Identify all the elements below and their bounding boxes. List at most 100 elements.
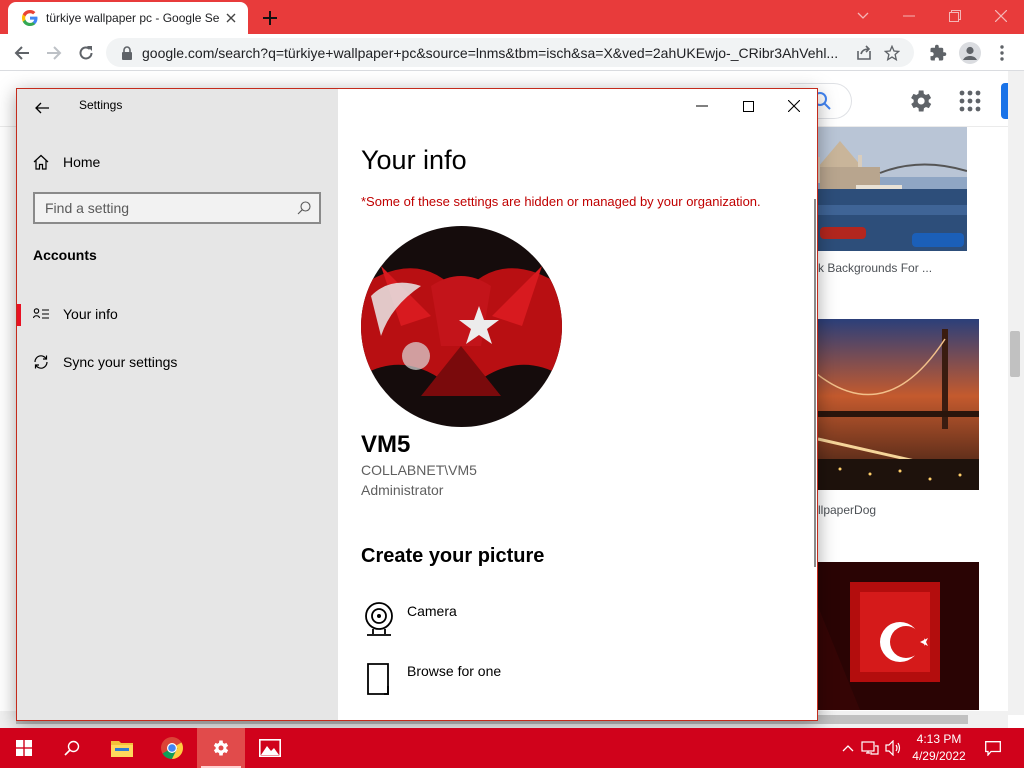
photos-icon xyxy=(259,739,281,757)
settings-back-button[interactable] xyxy=(27,93,57,123)
browser-toolbar: google.com/search?q=türkiye+wallpaper+pc… xyxy=(0,34,1024,71)
search-icon xyxy=(64,740,80,756)
person-card-icon xyxy=(33,308,49,319)
browser-tab[interactable]: türkiye wallpaper pc - Google Se xyxy=(8,2,248,34)
network-icon[interactable] xyxy=(860,738,880,758)
google-favicon xyxy=(22,10,38,26)
plus-icon xyxy=(263,11,277,25)
minimize-icon xyxy=(903,15,915,17)
chrome-tab-strip: türkiye wallpaper pc - Google Se xyxy=(0,0,1024,34)
system-clock[interactable]: 4:13 PM 4/29/2022 xyxy=(908,731,970,765)
show-hidden-icons-chevron-icon[interactable] xyxy=(838,738,858,758)
back-arrow-icon xyxy=(35,102,49,114)
settings-content-pane: Your info *Some of these settings are hi… xyxy=(338,89,817,720)
image-result-thumbnail[interactable] xyxy=(800,562,979,710)
forward-button[interactable] xyxy=(40,39,68,67)
photos-button[interactable] xyxy=(246,728,294,768)
image-result-thumbnail[interactable] xyxy=(800,319,979,490)
lock-icon xyxy=(122,45,132,60)
page-scroll-thumb[interactable] xyxy=(1010,331,1020,377)
action-center-button[interactable] xyxy=(978,728,1008,768)
settings-taskbar-button[interactable] xyxy=(197,728,245,768)
webcam-icon xyxy=(361,599,397,639)
file-explorer-button[interactable] xyxy=(98,728,146,768)
sidebar-item-label: Your info xyxy=(63,306,118,322)
file-explorer-icon xyxy=(111,741,133,757)
tab-search-chevron-icon[interactable] xyxy=(840,4,886,28)
sidebar-item-your-info[interactable]: Your info xyxy=(17,294,338,334)
user-account-id: COLLABNET\VM5 xyxy=(361,462,477,478)
share-icon[interactable] xyxy=(850,41,878,65)
reload-button[interactable] xyxy=(72,39,100,67)
sync-icon xyxy=(34,355,48,369)
restore-icon xyxy=(949,10,961,22)
back-button[interactable] xyxy=(8,39,36,67)
restore-button[interactable] xyxy=(932,4,978,28)
minimize-icon xyxy=(696,105,708,107)
clock-date: 4/29/2022 xyxy=(912,749,966,763)
sidebar-item-sync[interactable]: Sync your settings xyxy=(17,342,338,382)
sidebar-item-label: Sync your settings xyxy=(63,354,178,370)
back-arrow-icon xyxy=(14,46,29,60)
chrome-icon xyxy=(161,737,183,759)
settings-gear-icon xyxy=(213,740,229,756)
new-tab-button[interactable] xyxy=(258,6,282,30)
find-setting-input[interactable]: Find a setting xyxy=(33,192,321,224)
puzzle-icon xyxy=(930,44,947,61)
minimize-button[interactable] xyxy=(886,4,932,28)
create-picture-heading: Create your picture xyxy=(361,545,545,567)
browse-option[interactable]: Browse for one xyxy=(361,659,661,703)
profile-icon xyxy=(959,42,981,64)
browse-option-label: Browse for one xyxy=(407,663,502,679)
maximize-icon xyxy=(742,100,754,112)
home-icon xyxy=(33,154,49,170)
tab-title: türkiye wallpaper pc - Google Se xyxy=(46,11,220,25)
browser-menu-button[interactable] xyxy=(988,39,1016,67)
url-text[interactable]: google.com/search?q=türkiye+wallpaper+pc… xyxy=(142,45,850,61)
search-icon xyxy=(297,201,311,215)
apps-grid-icon[interactable] xyxy=(958,89,982,113)
settings-close-button[interactable] xyxy=(771,91,817,121)
windows-taskbar: 4:13 PM 4/29/2022 xyxy=(0,728,1024,768)
tab-close-icon[interactable] xyxy=(222,9,240,27)
clock-time: 4:13 PM xyxy=(916,732,962,746)
camera-option[interactable]: Camera xyxy=(361,599,661,643)
settings-window-title: Settings xyxy=(79,98,123,112)
nav-home[interactable]: Home xyxy=(33,147,323,177)
start-button[interactable] xyxy=(0,728,48,768)
taskbar-search-button[interactable] xyxy=(48,728,96,768)
selection-indicator xyxy=(17,304,21,326)
content-scrollbar[interactable] xyxy=(814,199,816,567)
forward-arrow-icon xyxy=(47,46,62,60)
user-display-name: VM5 xyxy=(361,431,411,458)
page-title: Your info xyxy=(361,145,467,175)
volume-icon[interactable] xyxy=(884,738,904,758)
browser-close-button[interactable] xyxy=(978,4,1024,28)
settings-nav-pane: Settings Home Find a setting Accounts Yo… xyxy=(17,89,338,720)
page-vertical-scrollbar[interactable] xyxy=(1008,71,1024,715)
reload-icon xyxy=(79,46,93,60)
image-caption[interactable]: k Backgrounds For ... xyxy=(818,261,932,275)
kebab-menu-icon xyxy=(1000,45,1004,61)
user-role: Administrator xyxy=(361,482,444,498)
chrome-button[interactable] xyxy=(148,728,196,768)
close-icon xyxy=(995,10,1007,22)
find-setting-placeholder: Find a setting xyxy=(45,200,130,216)
profile-button[interactable] xyxy=(956,39,984,67)
address-bar[interactable]: google.com/search?q=türkiye+wallpaper+pc… xyxy=(106,38,914,67)
image-result-thumbnail[interactable] xyxy=(800,127,967,251)
notification-icon xyxy=(985,740,1001,756)
managed-by-org-notice: *Some of these settings are hidden or ma… xyxy=(361,194,761,209)
document-icon xyxy=(361,659,397,699)
star-icon[interactable] xyxy=(878,41,906,65)
image-caption[interactable]: llpaperDog xyxy=(818,503,876,517)
nav-home-label: Home xyxy=(63,154,101,170)
settings-maximize-button[interactable] xyxy=(725,91,771,121)
extensions-button[interactable] xyxy=(924,39,952,67)
gear-icon[interactable] xyxy=(906,87,934,115)
settings-minimize-button[interactable] xyxy=(679,91,725,121)
windows-start-icon xyxy=(16,740,32,756)
close-icon xyxy=(788,100,800,112)
avatar xyxy=(361,226,562,427)
nav-section-heading: Accounts xyxy=(33,247,97,263)
